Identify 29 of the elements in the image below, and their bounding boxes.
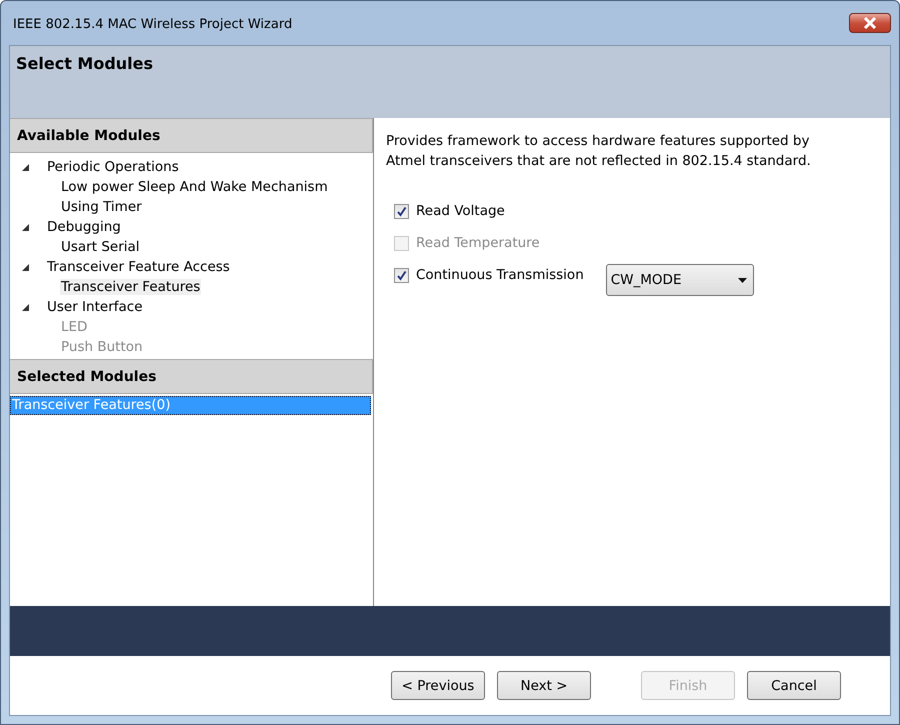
- tree-item[interactable]: Using Timer: [60, 199, 143, 215]
- window-title: IEEE 802.15.4 MAC Wireless Project Wizard: [12, 16, 292, 32]
- checkbox[interactable]: [394, 268, 409, 282]
- page-title: Select Modules: [16, 54, 154, 73]
- expanded-triangle-icon[interactable]: [20, 262, 30, 272]
- checkbox-label: Read Temperature: [416, 235, 540, 251]
- tree-item[interactable]: Periodic Operations: [46, 159, 180, 175]
- tree-item[interactable]: Usart Serial: [60, 239, 141, 255]
- expanded-triangle-icon[interactable]: [20, 222, 30, 232]
- checkbox-label: Continuous Transmission: [416, 267, 584, 283]
- tree-item[interactable]: Transceiver Feature Access: [46, 259, 231, 275]
- tree-item[interactable]: Transceiver Features: [60, 279, 202, 295]
- close-icon: [863, 17, 877, 29]
- checkbox-label: Read Voltage: [416, 203, 505, 219]
- section-title: Selected Modules: [17, 368, 156, 384]
- caret-icon: [738, 278, 747, 282]
- checkbox[interactable]: [394, 204, 409, 218]
- previous-button[interactable]: < Previous: [391, 671, 485, 700]
- cancel-button[interactable]: Cancel: [747, 671, 841, 700]
- tree-item[interactable]: Low power Sleep And Wake Mechanism: [60, 179, 329, 195]
- section-title: Available Modules: [17, 128, 160, 144]
- expanded-triangle-icon[interactable]: [20, 162, 30, 172]
- tree-item[interactable]: Debugging: [46, 219, 122, 235]
- description-text: Provides framework to access hardware features supported by Atmel transceivers that are not reflected in 802.15.4 standard.: [386, 132, 812, 171]
- mode-dropdown[interactable]: CW_MODE: [606, 264, 754, 296]
- expanded-triangle-icon[interactable]: [20, 302, 30, 312]
- tree-item[interactable]: User Interface: [46, 299, 144, 315]
- next-button[interactable]: Next >: [497, 671, 591, 700]
- close-button[interactable]: [849, 13, 891, 33]
